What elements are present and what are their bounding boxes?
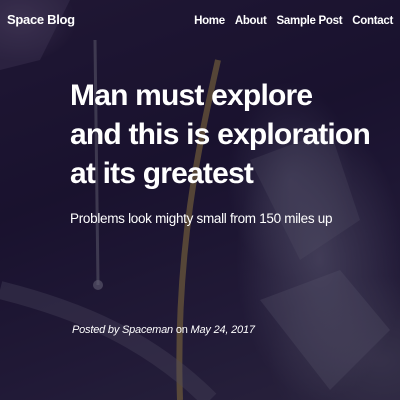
post-subtitle: Problems look mighty small from 150 mile… <box>70 211 333 226</box>
brand-link[interactable]: Space Blog <box>7 12 75 27</box>
post-meta: Posted by Spaceman on May 24, 2017 <box>72 324 255 336</box>
post-title: Man must explore and this is exploration… <box>70 79 371 190</box>
nav-link-home[interactable]: Home <box>194 15 225 27</box>
post-heading: Man must explore and this is exploration… <box>70 76 371 226</box>
post-meta-prefix: Posted by <box>72 324 120 336</box>
navbar: Space Blog Home About Sample Post Contac… <box>0 0 400 44</box>
post-author-link[interactable]: Spaceman <box>122 324 173 336</box>
nav-link-contact[interactable]: Contact <box>352 15 393 27</box>
nav-link-about[interactable]: About <box>235 15 267 27</box>
nav-link-sample-post[interactable]: Sample Post <box>277 15 343 27</box>
page: Space Blog Home About Sample Post Contac… <box>0 0 400 400</box>
post-date: May 24, 2017 <box>190 324 255 336</box>
post-meta-on: on <box>175 324 188 336</box>
nav-links: Home About Sample Post Contact <box>194 15 393 27</box>
